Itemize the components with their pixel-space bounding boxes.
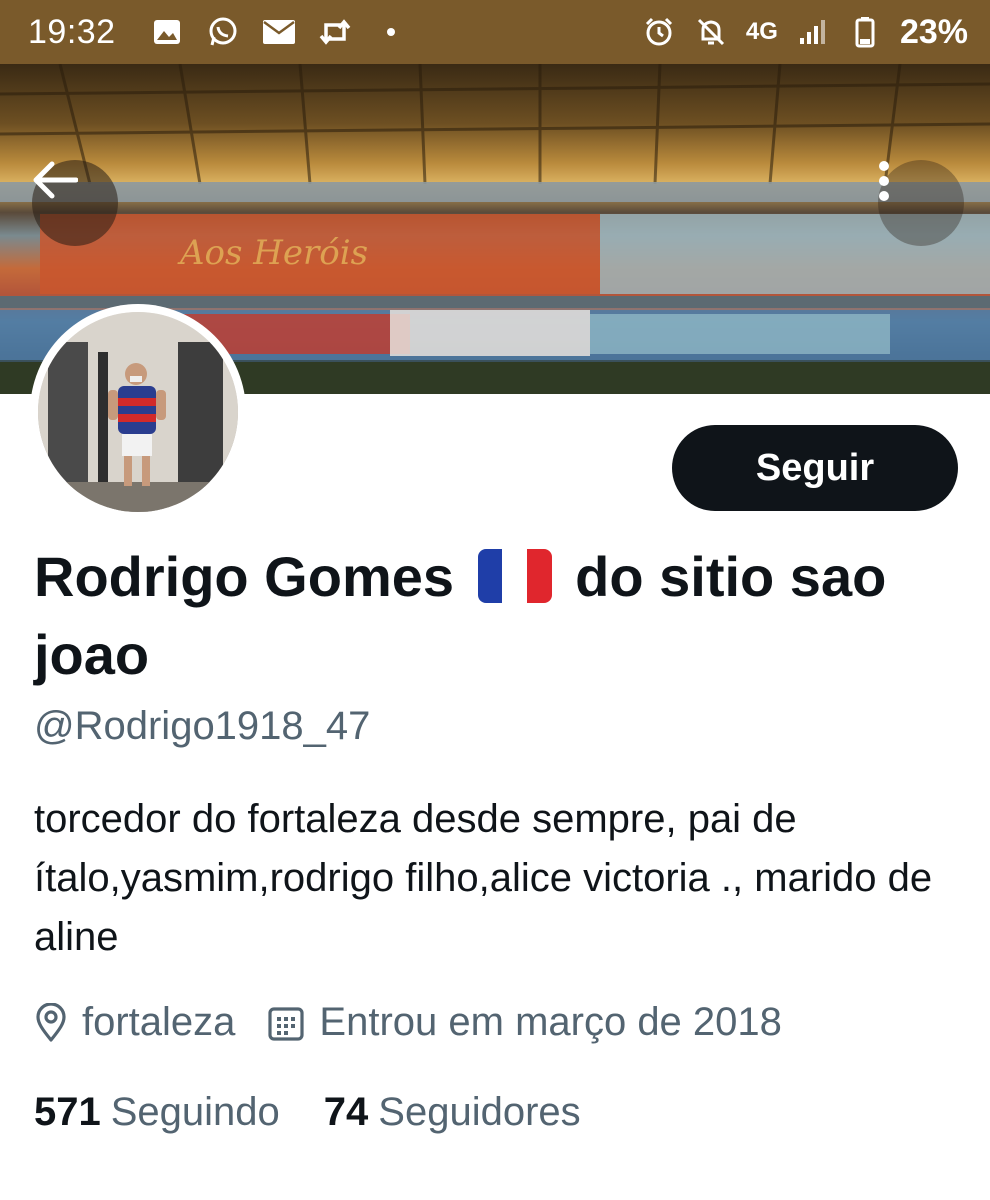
join-date-text: Entrou em março de 2018 xyxy=(319,1000,782,1044)
alarm-icon xyxy=(642,15,676,49)
display-name: Rodrigo Gomes do sitio sao joao xyxy=(34,538,934,694)
mail-icon xyxy=(262,15,296,49)
more-vertical-icon xyxy=(879,161,889,201)
followers-count: 74 xyxy=(323,1090,369,1134)
retweet-icon xyxy=(318,15,352,49)
gym-photo xyxy=(38,312,238,512)
dot-icon xyxy=(374,15,408,49)
network-type: 4G xyxy=(745,18,778,45)
whatsapp-icon xyxy=(206,15,240,49)
follow-stats: 571 Seguindo 74 Seguidores xyxy=(34,1090,581,1135)
calendar-icon xyxy=(268,1006,305,1041)
following-count: 571 xyxy=(34,1090,101,1134)
notifications-off-icon xyxy=(694,15,728,49)
follow-button[interactable]: Seguir xyxy=(672,425,958,511)
location-pin-icon xyxy=(36,1002,66,1042)
svg-text:Aos Heróis: Aos Heróis xyxy=(177,233,368,273)
following-label: Seguindo xyxy=(110,1090,280,1134)
more-options-button[interactable] xyxy=(878,160,964,246)
display-name-part1: Rodrigo Gomes xyxy=(34,545,470,608)
followers-link[interactable]: 74 Seguidores xyxy=(324,1090,581,1135)
france-flag-icon xyxy=(477,549,552,604)
profile-bio: torcedor do fortaleza desde sempre, pai … xyxy=(34,797,933,959)
status-time: 19:32 xyxy=(28,12,116,51)
arrow-left-icon xyxy=(33,161,78,199)
location-text: fortaleza xyxy=(82,1000,236,1044)
back-button[interactable] xyxy=(32,160,118,246)
status-bar: 19:32 4G 23% xyxy=(0,0,990,64)
status-right-icons: 4G 23% xyxy=(642,13,968,52)
battery-icon xyxy=(848,15,882,49)
avatar-image xyxy=(38,312,238,512)
battery-percent: 23% xyxy=(899,12,968,51)
join-date: Entrou em março de 2018 xyxy=(267,1000,782,1045)
following-link[interactable]: 571 Seguindo xyxy=(34,1090,280,1135)
profile-meta: fortaleza Entrou em março de 2018 xyxy=(34,1000,782,1045)
username-handle: @Rodrigo1918_47 xyxy=(34,704,371,748)
avatar[interactable] xyxy=(30,304,246,520)
followers-label: Seguidores xyxy=(378,1090,581,1134)
location: fortaleza xyxy=(34,1000,235,1045)
image-icon xyxy=(150,15,184,49)
status-left-icons xyxy=(150,15,408,49)
signal-icon xyxy=(796,15,830,49)
